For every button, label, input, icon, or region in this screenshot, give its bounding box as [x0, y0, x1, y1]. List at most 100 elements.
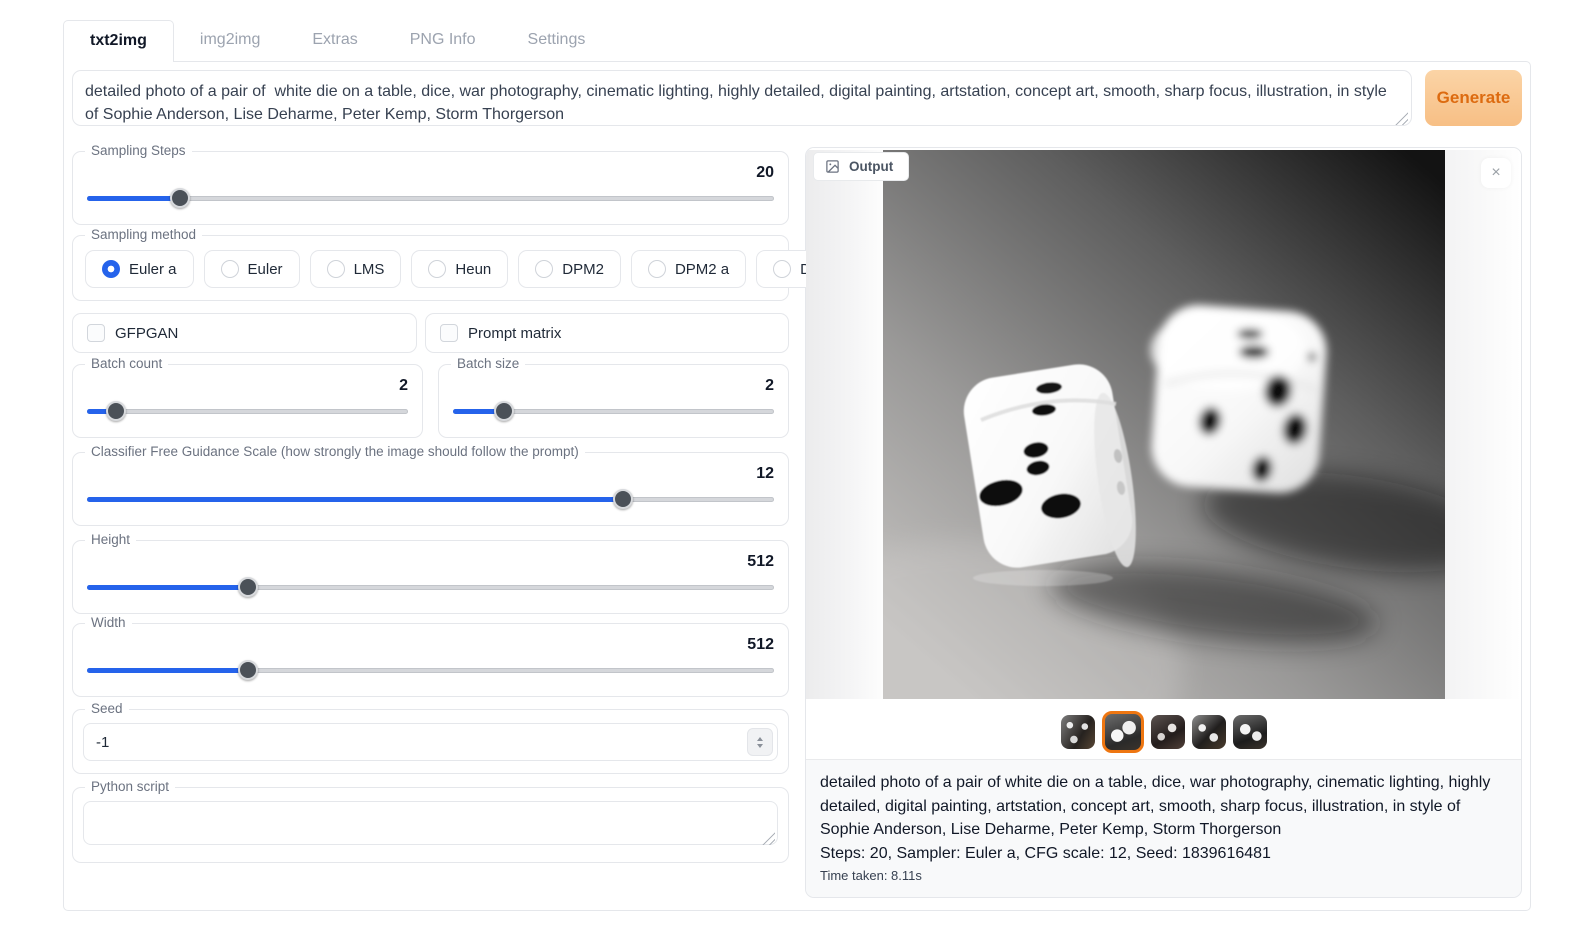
sampling-steps-slider[interactable] — [87, 188, 774, 208]
sampling-steps-value: 20 — [87, 164, 774, 186]
image-icon — [825, 159, 840, 174]
cfg-scale-slider[interactable] — [87, 489, 774, 509]
thumbnail-2-selected[interactable] — [1102, 711, 1144, 753]
radio-dpm2[interactable]: DPM2 — [518, 250, 621, 288]
seed-group: Seed — [72, 709, 789, 774]
dice-image — [883, 150, 1445, 699]
tab-settings[interactable]: Settings — [502, 20, 612, 61]
python-script-group: Python script — [72, 787, 789, 863]
height-slider[interactable] — [87, 577, 774, 597]
seed-box — [83, 723, 778, 761]
thumbnail-1[interactable] — [1061, 715, 1095, 749]
batch-count-group: Batch count 2 — [72, 364, 423, 438]
generated-image[interactable] — [883, 150, 1445, 699]
batch-size-label: Batch size — [451, 356, 525, 371]
output-header-label: Output — [849, 159, 893, 174]
tab-txt2img[interactable]: txt2img — [63, 20, 174, 62]
content-card: detailed photo of a pair of white die on… — [63, 61, 1531, 911]
radio-icon — [535, 260, 553, 278]
settings-column: Sampling Steps 20 Sampling method Eu — [72, 147, 789, 898]
height-group: Height 512 — [72, 540, 789, 614]
cfg-scale-label: Classifier Free Guidance Scale (how stro… — [85, 444, 585, 459]
radio-dpm2-a[interactable]: DPM2 a — [631, 250, 746, 288]
output-gallery: Output × — [806, 148, 1521, 760]
prompt-matrix-checkbox[interactable]: Prompt matrix — [425, 313, 789, 353]
radio-label: Euler a — [129, 261, 177, 278]
python-script-wrap — [83, 801, 778, 850]
cfg-scale-group: Classifier Free Guidance Scale (how stro… — [72, 452, 789, 526]
tab-extras[interactable]: Extras — [286, 20, 383, 61]
app-container: txt2img img2img Extras PNG Info Settings… — [63, 20, 1531, 911]
python-script-input[interactable] — [83, 801, 778, 845]
output-panel: Output × deta — [805, 147, 1522, 898]
prompt-matrix-label: Prompt matrix — [468, 325, 561, 342]
gallery-right-padding — [1445, 150, 1521, 699]
batch-size-group: Batch size 2 — [438, 364, 789, 438]
seed-input[interactable] — [83, 723, 778, 761]
height-label: Height — [85, 532, 136, 547]
seed-label: Seed — [85, 701, 129, 716]
gfpgan-checkbox[interactable]: GFPGAN — [72, 313, 417, 353]
tab-png-info[interactable]: PNG Info — [384, 20, 502, 61]
caption-params-text: Steps: 20, Sampler: Euler a, CFG scale: … — [820, 842, 1507, 866]
gfpgan-label: GFPGAN — [115, 325, 178, 342]
sampling-method-label: Sampling method — [85, 227, 202, 242]
gallery-left-padding — [806, 150, 883, 699]
radio-checked-icon — [102, 260, 120, 278]
stepper-down-icon[interactable] — [757, 744, 763, 748]
checkbox-row: GFPGAN Prompt matrix — [72, 313, 789, 353]
checkbox-icon — [87, 324, 105, 342]
radio-label: LMS — [354, 261, 385, 278]
radio-icon — [428, 260, 446, 278]
gallery-thumbnails — [806, 708, 1521, 756]
height-value: 512 — [87, 553, 774, 575]
radio-lms[interactable]: LMS — [310, 250, 402, 288]
output-caption: detailed photo of a pair of white die on… — [806, 760, 1521, 897]
width-value: 512 — [87, 636, 774, 658]
prompt-wrap: detailed photo of a pair of white die on… — [72, 70, 1412, 131]
sampling-steps-label: Sampling Steps — [85, 143, 192, 158]
radio-euler-a[interactable]: Euler a — [85, 250, 194, 288]
page: txt2img img2img Extras PNG Info Settings… — [0, 0, 1594, 935]
prompt-row: detailed photo of a pair of white die on… — [72, 70, 1522, 131]
tab-bar: txt2img img2img Extras PNG Info Settings — [63, 20, 1531, 61]
radio-icon — [648, 260, 666, 278]
output-header: Output — [813, 152, 909, 181]
batch-size-value: 2 — [453, 377, 774, 399]
stepper-up-icon[interactable] — [757, 737, 763, 741]
radio-label: DPM2 — [562, 261, 604, 278]
output-column: Output × deta — [805, 147, 1522, 898]
sampling-method-group: Sampling method Euler a Euler — [72, 235, 789, 301]
batch-size-slider[interactable] — [453, 401, 774, 421]
checkbox-icon — [440, 324, 458, 342]
radio-icon — [773, 260, 791, 278]
batch-count-label: Batch count — [85, 356, 168, 371]
radio-euler[interactable]: Euler — [204, 250, 300, 288]
cfg-scale-value: 12 — [87, 465, 774, 487]
caption-prompt-text: detailed photo of a pair of white die on… — [820, 771, 1507, 842]
python-script-label: Python script — [85, 779, 175, 794]
thumbnail-4[interactable] — [1192, 715, 1226, 749]
close-icon[interactable]: × — [1481, 158, 1511, 188]
generate-button[interactable]: Generate — [1425, 70, 1522, 126]
batch-count-value: 2 — [87, 377, 408, 399]
width-slider[interactable] — [87, 660, 774, 680]
caption-time-taken: Time taken: 8.11s — [820, 868, 1507, 883]
radio-label: DPM2 a — [675, 261, 729, 278]
tab-img2img[interactable]: img2img — [174, 20, 286, 61]
main-row: Sampling Steps 20 Sampling method Eu — [72, 147, 1522, 898]
radio-icon — [221, 260, 239, 278]
thumbnail-3[interactable] — [1151, 715, 1185, 749]
radio-heun[interactable]: Heun — [411, 250, 508, 288]
width-group: Width 512 — [72, 623, 789, 697]
radio-icon — [327, 260, 345, 278]
prompt-input[interactable]: detailed photo of a pair of white die on… — [72, 70, 1412, 126]
thumbnail-5[interactable] — [1233, 715, 1267, 749]
radio-label: Heun — [455, 261, 491, 278]
width-label: Width — [85, 615, 132, 630]
sampling-method-options: Euler a Euler LMS — [85, 250, 778, 288]
seed-stepper[interactable] — [747, 728, 773, 756]
batch-count-slider[interactable] — [87, 401, 408, 421]
sampling-steps-group: Sampling Steps 20 — [72, 151, 789, 225]
radio-label: Euler — [248, 261, 283, 278]
